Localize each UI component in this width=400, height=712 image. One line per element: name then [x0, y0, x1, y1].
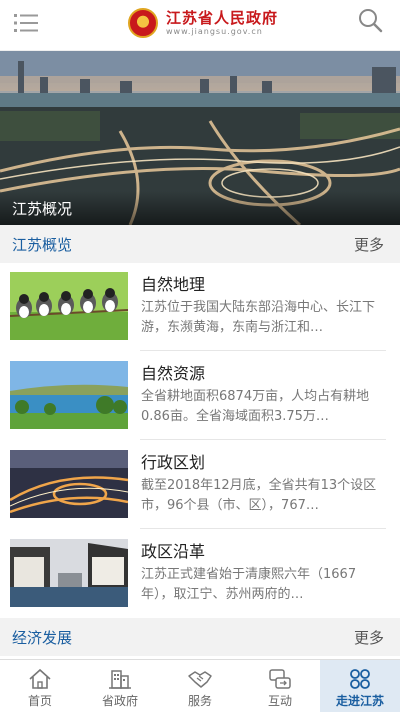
night-highway-thumbnail-image — [10, 450, 128, 518]
item-description: 江苏正式建省始于清康熙六年（1667年），取江宁、苏州两府的… — [141, 567, 357, 602]
bottom-tab-bar: 首页 省政府 服务 互动 走进江苏 — [0, 659, 400, 712]
section-title: 江苏概览 — [12, 236, 73, 254]
site-url: www.jiangsu.gov.cn — [166, 26, 263, 36]
menu-icon[interactable] — [14, 12, 40, 34]
national-emblem-icon — [128, 8, 158, 38]
banner-caption: 江苏概况 — [12, 200, 73, 218]
list-item-geography[interactable]: 自然地理 江苏位于我国大陆东部沿海中心、长江下游，东濒黄海，东南与浙江和… — [0, 263, 400, 351]
handshake-icon — [188, 671, 212, 688]
section-header-overview: 江苏概览 更多 — [0, 225, 400, 263]
tab-services[interactable]: 服务 — [160, 660, 240, 712]
list-item-history[interactable]: 政区沿革 江苏正式建省始于清康熙六年（1667年），取江宁、苏州两府的… — [0, 530, 400, 618]
app-header: 江苏省人民政府 www.jiangsu.gov.cn — [0, 0, 400, 51]
divider — [140, 439, 386, 440]
tab-label: 走进江苏 — [335, 694, 384, 708]
divider — [140, 528, 386, 529]
item-description: 江苏位于我国大陆东部沿海中心、长江下游，东濒黄海，东南与浙江和… — [141, 300, 376, 335]
tab-government[interactable]: 省政府 — [80, 660, 160, 712]
item-title: 自然地理 — [141, 275, 206, 294]
list-item-divisions[interactable]: 行政区划 截至2018年12月底，全省共有13个设区市，96个县（市、区），76… — [0, 441, 400, 529]
exchange-icon — [269, 669, 291, 689]
list-item-resources[interactable]: 自然资源 全省耕地面积6874万亩，人均占有耕地0.86亩。全省海域面积3.75… — [0, 352, 400, 440]
divider — [140, 350, 386, 351]
tab-label: 互动 — [267, 694, 292, 708]
hero-banner[interactable]: 江苏概况 — [0, 51, 400, 225]
site-logo[interactable]: 江苏省人民政府 www.jiangsu.gov.cn — [128, 5, 278, 41]
more-link[interactable]: 更多 — [354, 627, 384, 648]
building-icon — [109, 670, 131, 689]
more-link[interactable]: 更多 — [354, 234, 384, 255]
search-icon[interactable] — [357, 7, 383, 33]
section-title: 经济发展 — [12, 629, 73, 647]
item-description: 截至2018年12月底，全省共有13个设区市，96个县（市、区），767… — [141, 478, 377, 513]
section-header-economy: 经济发展 更多 — [0, 618, 400, 656]
tab-label: 首页 — [27, 694, 52, 708]
birds-thumbnail-image — [10, 272, 128, 340]
item-title: 政区沿革 — [141, 542, 206, 561]
item-title: 行政区划 — [141, 453, 206, 472]
site-title: 江苏省人民政府 — [166, 8, 279, 27]
tab-label: 省政府 — [101, 694, 138, 708]
water-town-thumbnail-image — [10, 539, 128, 607]
item-description: 全省耕地面积6874万亩，人均占有耕地0.86亩。全省海域面积3.75万… — [141, 389, 370, 424]
home-icon — [29, 668, 51, 689]
tab-explore-jiangsu[interactable]: 走进江苏 — [320, 660, 400, 712]
item-title: 自然资源 — [141, 364, 206, 383]
tab-home[interactable]: 首页 — [0, 660, 80, 712]
tab-interaction[interactable]: 互动 — [240, 660, 320, 712]
grid-icon — [350, 669, 370, 689]
lake-thumbnail-image — [10, 361, 128, 429]
tab-label: 服务 — [187, 694, 212, 708]
